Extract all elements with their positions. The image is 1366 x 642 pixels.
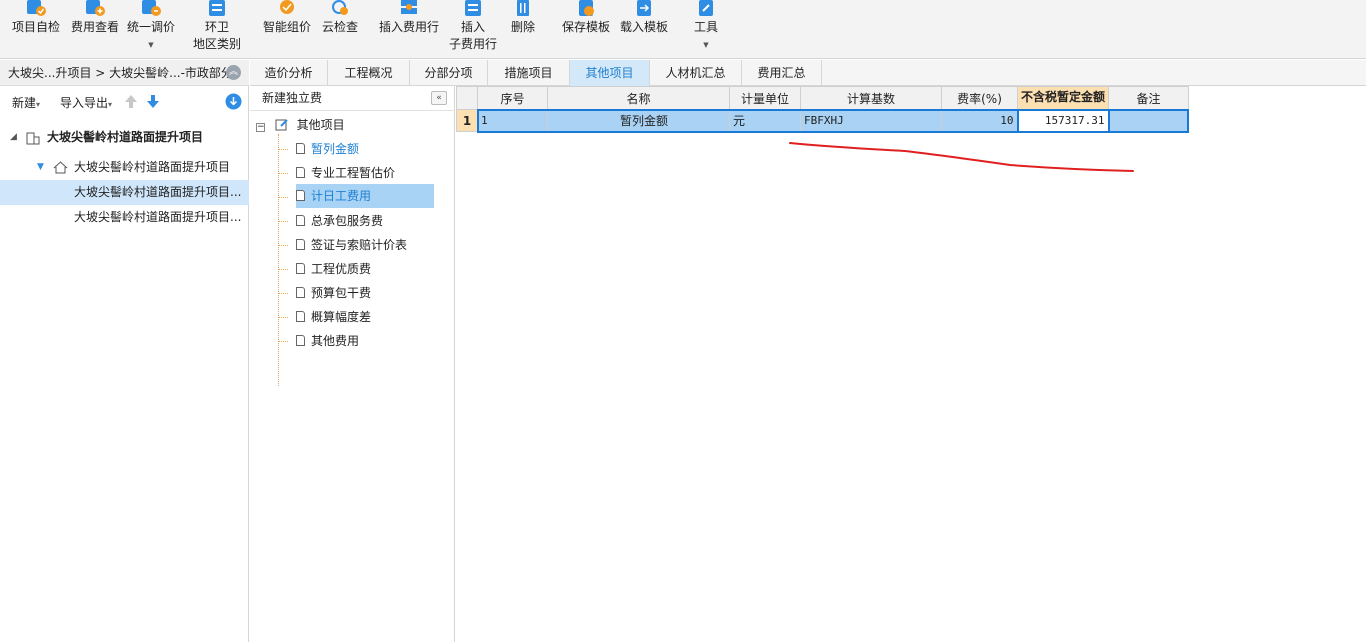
tree-item-quality-fee[interactable]: 工程优质费 bbox=[296, 258, 371, 280]
document-icon bbox=[296, 167, 305, 178]
cell-base[interactable]: FBFXHJ bbox=[800, 109, 942, 132]
cell-note[interactable] bbox=[1108, 109, 1189, 132]
table-header-row: 序号 名称 计量单位 计算基数 费率(%) 不含税暂定金额 备注 bbox=[456, 86, 1189, 110]
fee-table: 序号 名称 计量单位 计算基数 费率(%) 不含税暂定金额 备注 1 1 暂列金… bbox=[456, 86, 1189, 133]
cell-name[interactable]: 暂列金额 bbox=[547, 109, 730, 132]
fee-grid: 序号 名称 计量单位 计算基数 费率(%) 不含税暂定金额 备注 1 1 暂列金… bbox=[456, 86, 1366, 642]
cell-seq[interactable]: 1 bbox=[477, 109, 548, 132]
move-up-icon[interactable] bbox=[124, 94, 138, 109]
col-header-unit[interactable]: 计量单位 bbox=[729, 86, 801, 110]
home-icon bbox=[53, 161, 68, 174]
new-button[interactable]: 新建▾ bbox=[12, 94, 40, 111]
insert-subrow-icon bbox=[465, 0, 481, 16]
col-header-amount[interactable]: 不含税暂定金额 bbox=[1017, 86, 1109, 110]
collapse-box-icon[interactable]: − bbox=[256, 123, 265, 132]
document-icon bbox=[296, 263, 305, 274]
tab-other-items[interactable]: 其他项目 bbox=[570, 60, 650, 86]
project-tree-panel: 大坡尖...升项目 > 大坡尖髻岭...-市政部分 ︽ 新建▾ 导入导出▾ ◢ … bbox=[0, 60, 249, 642]
tree-leaf-selected[interactable]: 大坡尖髻岭村道路面提升项目... bbox=[0, 180, 249, 205]
tab-cost-summary[interactable]: 费用汇总 bbox=[742, 60, 822, 86]
tree-root-other-items[interactable]: − 其他项目 bbox=[256, 114, 345, 136]
insert-row-icon bbox=[401, 0, 417, 14]
chevron-down-icon: ▼ bbox=[703, 41, 709, 49]
document-icon bbox=[296, 190, 305, 201]
save-template-icon bbox=[579, 0, 594, 16]
cell-unit[interactable]: 元 bbox=[729, 109, 801, 132]
tree-leaf[interactable]: 大坡尖髻岭村道路面提升项目... bbox=[0, 205, 249, 230]
col-header-rate[interactable]: 费率(%) bbox=[941, 86, 1018, 110]
area-category-icon bbox=[209, 0, 225, 16]
tab-bar: 造价分析 工程概况 分部分项 措施项目 其他项目 人材机汇总 费用汇总 bbox=[250, 60, 1366, 86]
col-header-note[interactable]: 备注 bbox=[1108, 86, 1189, 110]
move-down-icon[interactable] bbox=[146, 94, 160, 109]
col-header-base[interactable]: 计算基数 bbox=[800, 86, 942, 110]
tab-project-overview[interactable]: 工程概况 bbox=[328, 60, 410, 86]
download-icon[interactable] bbox=[225, 93, 242, 110]
delete-icon bbox=[517, 0, 529, 16]
view-cost-icon bbox=[86, 0, 105, 16]
breadcrumb[interactable]: 大坡尖...升项目 > 大坡尖髻岭...-市政部分 ︽ bbox=[0, 60, 249, 86]
building-icon bbox=[26, 132, 40, 145]
cloud-check-icon bbox=[332, 0, 348, 15]
load-template-icon bbox=[637, 0, 651, 16]
tree-root-project[interactable]: ◢ 大坡尖髻岭村道路面提升项目 bbox=[0, 125, 249, 150]
tree-item-estimate-variance[interactable]: 概算幅度差 bbox=[296, 306, 371, 328]
smart-pricing-icon bbox=[280, 0, 294, 14]
tree-item-provisional-sum[interactable]: 暂列金额 bbox=[296, 138, 376, 160]
cell-rate[interactable]: 10 bbox=[941, 109, 1018, 132]
tab-measures[interactable]: 措施项目 bbox=[488, 60, 570, 86]
document-icon bbox=[296, 311, 305, 322]
other-items-tree-panel: 新建独立费 « − 其他项目 暂列金额 专业工程暂估价 计日工费用 总承包服务费… bbox=[250, 86, 455, 642]
expand-arrow-icon[interactable]: ◢ bbox=[10, 125, 17, 150]
cell-amount[interactable]: 157317.31 bbox=[1016, 108, 1110, 133]
left-actions-bar: 新建▾ 导入导出▾ bbox=[0, 86, 249, 118]
import-export-button[interactable]: 导入导出▾ bbox=[60, 94, 112, 111]
tab-cost-analysis[interactable]: 造价分析 bbox=[250, 60, 328, 86]
tree-item-general-contract-fee[interactable]: 总承包服务费 bbox=[296, 210, 383, 232]
expand-arrow-icon[interactable]: ▼ bbox=[37, 155, 44, 180]
document-icon bbox=[296, 287, 305, 298]
col-header-seq[interactable]: 序号 bbox=[477, 86, 548, 110]
check-circle-icon bbox=[27, 0, 46, 16]
tree-item-other-costs[interactable]: 其他费用 bbox=[296, 330, 359, 352]
document-icon bbox=[296, 143, 305, 154]
adjust-price-icon bbox=[142, 0, 161, 16]
tree-item-daywork-selected[interactable]: 计日工费用 bbox=[296, 184, 434, 208]
document-icon bbox=[296, 239, 305, 250]
row-number[interactable]: 1 bbox=[456, 109, 478, 132]
tree-child-project[interactable]: ▼ 大坡尖髻岭村道路面提升项目 bbox=[0, 155, 249, 180]
tree-item-specialty-estimate[interactable]: 专业工程暂估价 bbox=[296, 162, 395, 184]
tree-item-visa-claims[interactable]: 签证与索赔计价表 bbox=[296, 234, 407, 256]
collapse-up-icon[interactable]: ︽ bbox=[226, 65, 241, 80]
col-header-name[interactable]: 名称 bbox=[547, 86, 730, 110]
folder-edit-icon bbox=[275, 119, 288, 131]
new-independent-fee-button[interactable]: 新建独立费 « bbox=[250, 86, 455, 111]
tools-icon bbox=[699, 0, 713, 16]
document-icon bbox=[296, 335, 305, 346]
collapse-left-icon[interactable]: « bbox=[431, 91, 447, 105]
row-number-header bbox=[456, 86, 478, 110]
tree-item-budget-lump-sum[interactable]: 预算包干费 bbox=[296, 282, 371, 304]
tab-labor-material-summary[interactable]: 人材机汇总 bbox=[650, 60, 742, 86]
document-icon bbox=[296, 215, 305, 226]
toolbar: 项目自检 费用查看 统一调价 ▼ 环卫 地区类别 智能组价 云检查 插入费用行 … bbox=[0, 0, 1366, 59]
table-row[interactable]: 1 1 暂列金额 元 FBFXHJ 10 157317.31 bbox=[456, 108, 1189, 133]
tree-connector bbox=[278, 134, 279, 386]
tab-sub-items[interactable]: 分部分项 bbox=[410, 60, 488, 86]
chevron-down-icon: ▼ bbox=[148, 41, 154, 49]
